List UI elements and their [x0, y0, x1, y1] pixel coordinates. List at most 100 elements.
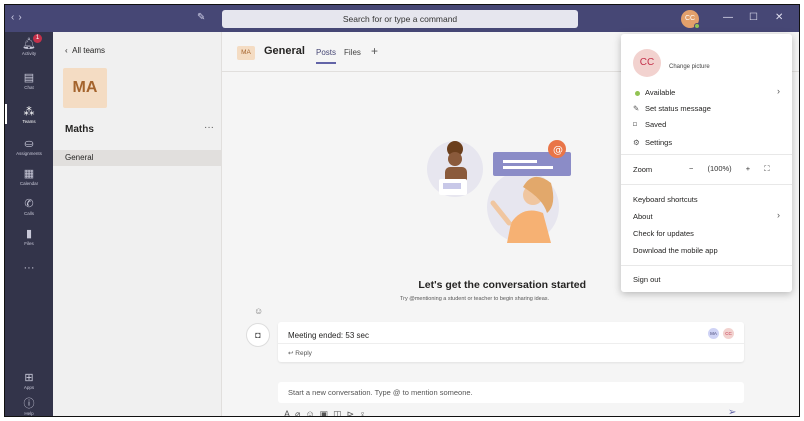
reply-button[interactable]: ↩ Reply [288, 349, 312, 357]
add-tab-icon[interactable]: + [371, 44, 378, 58]
about-item[interactable]: About [633, 212, 653, 221]
search-input[interactable]: Search for or type a command [222, 10, 578, 28]
all-teams-label: All teams [72, 46, 106, 55]
meeting-message-card[interactable]: Meeting ended: 53 sec MA CC ↩ Reply [278, 322, 744, 362]
history-nav: ‹› [11, 12, 26, 23]
change-picture-link[interactable]: Change picture [669, 64, 710, 70]
rail-item-chat[interactable]: ▤ Chat [5, 72, 53, 90]
gear-icon: ⚙ [633, 138, 640, 147]
app-rail: 🔔︎ 1 Activity ▤ Chat ⁂ Teams ⛀ Assignmen… [5, 32, 53, 416]
send-icon[interactable]: ➢ [728, 407, 736, 416]
rail-label: Calls [23, 211, 34, 216]
all-teams-link[interactable]: ‹ All teams [65, 46, 105, 55]
status-label: Available [645, 88, 676, 97]
format-icon[interactable]: A [284, 409, 295, 416]
set-status-item[interactable]: ✎ Set status message [633, 104, 711, 113]
conversation-illustration: @ [427, 140, 571, 243]
zoom-label: Zoom [633, 165, 653, 174]
team-more-options-icon[interactable]: ··· [204, 122, 214, 133]
emoji-icon[interactable]: ☺ [305, 409, 319, 416]
chat-icon: ▤ [23, 72, 35, 84]
rail-item-calls[interactable]: ✆ Calls [5, 198, 53, 216]
title-bar: ‹› ✎ Search for or type a command CC — ☐… [5, 5, 799, 32]
help-icon: ⓘ [23, 398, 35, 410]
rail-label: Files [24, 241, 34, 246]
divider [278, 343, 744, 344]
close-icon[interactable]: ✕ [775, 12, 783, 23]
rail-label: Teams [22, 119, 36, 124]
calendar-icon: ▦ [23, 168, 35, 180]
minimize-icon[interactable]: — [723, 12, 733, 23]
settings-label: Settings [645, 138, 673, 147]
empty-state-subtitle: Try @mentioning a student or teacher to … [400, 296, 550, 302]
channel-team-avatar: MA [237, 46, 255, 60]
rail-label: Apps [23, 385, 35, 390]
participant-avatar: CC [723, 328, 734, 339]
saved-item[interactable]: ⌑ Saved [633, 120, 666, 129]
available-status-icon [635, 90, 640, 96]
rail-item-assignments[interactable]: ⛀ Assignments [5, 138, 53, 156]
notification-badge: 1 [33, 34, 42, 43]
bell-icon: 🔔︎ [22, 38, 36, 50]
meet-now-icon[interactable]: ⊳ [347, 409, 360, 416]
meeting-participants-icon: ☺︎ [254, 306, 264, 316]
download-app-item[interactable]: Download the mobile app [633, 246, 718, 255]
sign-out-item[interactable]: Sign out [633, 275, 661, 284]
maximize-icon[interactable]: ☐ [749, 12, 758, 23]
keyboard-shortcuts-item[interactable]: Keyboard shortcuts [633, 195, 698, 204]
gif-icon[interactable]: ▣ [320, 409, 334, 416]
rail-item-teams[interactable]: ⁂ Teams [5, 104, 53, 124]
divider [621, 154, 792, 155]
zoom-level: (100%) [707, 164, 732, 173]
menu-avatar[interactable]: CC [633, 49, 661, 77]
divider [621, 265, 792, 266]
apps-icon: ⊞ [24, 372, 34, 384]
profile-menu: CC Change picture Available › ✎ Set statu… [621, 34, 792, 292]
ellipsis-icon: ··· [23, 262, 35, 274]
rail-label: Calendar [19, 181, 39, 186]
avatar-initials: CC [684, 15, 696, 22]
compose-input[interactable]: Start a new conversation. Type @ to ment… [278, 382, 744, 403]
new-chat-icon[interactable]: ✎ [197, 12, 205, 23]
fullscreen-icon[interactable]: ⛶ [764, 164, 769, 173]
forward-icon[interactable]: › [18, 12, 25, 23]
team-name: Maths [65, 124, 94, 135]
presence-dot [694, 23, 700, 29]
channel-item-general[interactable]: General [53, 150, 221, 166]
tab-posts[interactable]: Posts [316, 48, 337, 64]
rail-label: Chat [24, 85, 34, 90]
team-pane: ‹ All teams MA Maths ··· General [53, 32, 222, 416]
meeting-icon: ◘ [246, 323, 270, 347]
more-options-icon[interactable]: … [371, 409, 385, 416]
rail-item-files[interactable]: ▮ Files [5, 228, 53, 246]
zoom-in-button[interactable]: + [746, 164, 750, 173]
check-updates-item[interactable]: Check for updates [633, 229, 694, 238]
sticker-icon[interactable]: ◫ [333, 409, 347, 416]
rail-item-help[interactable]: ⓘ Help [5, 398, 53, 416]
rail-item-calendar[interactable]: ▦ Calendar [5, 168, 53, 186]
settings-item[interactable]: ⚙ Settings [633, 138, 672, 147]
chevron-right-icon[interactable]: › [777, 86, 780, 96]
praise-icon[interactable]: ♀ [359, 409, 371, 416]
channel-title: General [264, 45, 305, 57]
compose-toolbar: A⌀☺▣◫⊳♀… [284, 409, 385, 416]
profile-avatar[interactable]: CC [681, 10, 700, 29]
team-avatar: MA [63, 68, 107, 108]
tab-files[interactable]: Files [344, 48, 361, 57]
chevron-right-icon[interactable]: › [777, 210, 780, 220]
edit-icon: ✎ [633, 104, 640, 113]
divider [621, 184, 792, 185]
more-apps-icon[interactable]: ··· [5, 262, 53, 274]
zoom-out-button[interactable]: − [689, 164, 693, 173]
rail-item-activity[interactable]: 🔔︎ 1 Activity [5, 34, 53, 56]
bookmark-icon: ⌑ [633, 120, 637, 129]
status-item[interactable]: Available [633, 88, 675, 97]
rail-label: Activity [21, 51, 37, 56]
backpack-icon: ⛀ [24, 138, 34, 150]
attach-icon[interactable]: ⌀ [295, 409, 305, 416]
phone-icon: ✆ [24, 198, 34, 210]
file-icon: ▮ [25, 228, 33, 240]
svg-text:@: @ [553, 145, 563, 156]
meeting-ended-text: Meeting ended: 53 sec [288, 331, 369, 340]
rail-item-apps[interactable]: ⊞ Apps [5, 372, 53, 390]
